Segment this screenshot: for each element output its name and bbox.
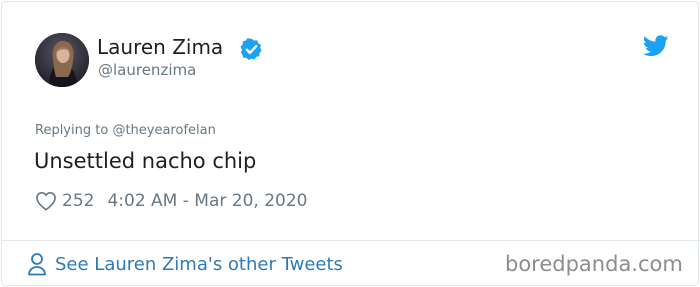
person-icon xyxy=(28,253,46,276)
replying-to-handle-link[interactable]: @theyearofelan xyxy=(112,123,215,138)
avatar[interactable] xyxy=(35,33,89,87)
like-count[interactable]: 252 xyxy=(62,191,94,211)
verified-badge-icon xyxy=(240,38,262,60)
replying-to-prefix: Replying to xyxy=(35,123,109,138)
author-display-name[interactable]: Lauren Zima xyxy=(97,34,223,60)
tweet-text: Unsettled nacho chip xyxy=(34,149,257,173)
tweet-meta: 252 4:02 AM - Mar 20, 2020 xyxy=(35,189,307,213)
author-handle[interactable]: @laurenzima xyxy=(98,60,196,80)
heart-icon[interactable] xyxy=(35,191,57,211)
divider xyxy=(2,240,700,241)
see-other-tweets-label: See Lauren Zima's other Tweets xyxy=(55,253,343,275)
tweet-card: Lauren Zima @laurenzima Replying to @the… xyxy=(1,1,700,286)
replying-to: Replying to @theyearofelan xyxy=(35,122,216,139)
boredpanda-watermark: boredpanda.com xyxy=(505,252,683,276)
tweet-timestamp[interactable]: 4:02 AM - Mar 20, 2020 xyxy=(107,191,307,211)
twitter-bird-icon[interactable] xyxy=(643,35,669,57)
see-other-tweets-link[interactable]: See Lauren Zima's other Tweets xyxy=(27,251,343,277)
